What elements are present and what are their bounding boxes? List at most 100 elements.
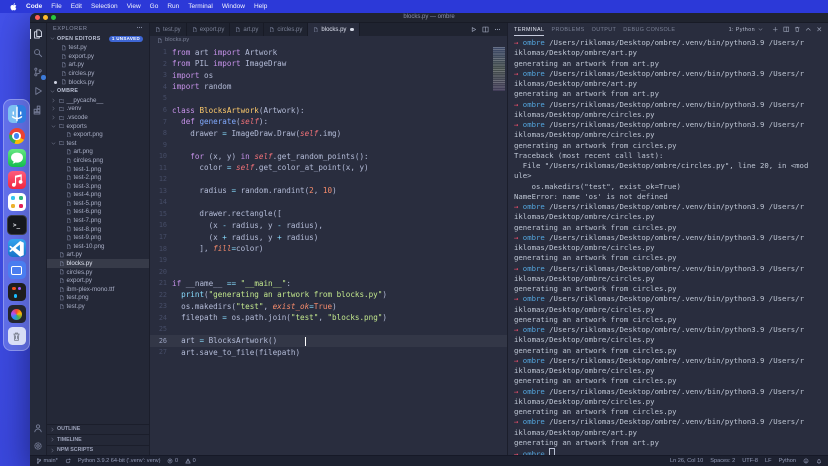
status-errors[interactable]: 0 <box>167 458 178 464</box>
menu-item-file[interactable]: File <box>51 3 61 10</box>
dock-finder-icon[interactable] <box>8 105 26 123</box>
tree-folder[interactable]: .vscode <box>47 113 149 122</box>
tree-file[interactable]: export.png <box>47 130 149 139</box>
tree-file[interactable]: test.py <box>47 302 149 311</box>
code-line[interactable]: 7 def generate(self): <box>150 116 507 128</box>
tree-folder[interactable]: exports <box>47 122 149 131</box>
tree-file[interactable]: test-3.png <box>47 182 149 191</box>
code-line[interactable]: 9 <box>150 139 507 151</box>
dock-chrome-icon[interactable] <box>8 127 26 145</box>
panel-tab-output[interactable]: OUTPUT <box>592 23 617 36</box>
menu-item-terminal[interactable]: Terminal <box>188 3 213 10</box>
tree-file[interactable]: blocks.py <box>47 259 149 268</box>
code-line[interactable]: 13 radius = random.randint(2, 10) <box>150 185 507 197</box>
menu-item-edit[interactable]: Edit <box>71 3 82 10</box>
dock-vscode-icon[interactable] <box>8 239 26 257</box>
split-terminal-icon[interactable] <box>783 26 790 33</box>
breadcrumb[interactable]: blocks.py <box>150 36 507 45</box>
maximize-panel-icon[interactable] <box>805 26 812 33</box>
tree-file[interactable]: circles.py <box>47 268 149 277</box>
tab-blocks-py[interactable]: blocks.py <box>308 23 360 36</box>
code-line[interactable]: 15 drawer.rectangle([ <box>150 208 507 220</box>
tree-file[interactable]: test-10.png <box>47 242 149 251</box>
dock-media-icon[interactable] <box>8 305 26 323</box>
code-line[interactable]: 17 (x + radius, y + radius) <box>150 231 507 243</box>
tree-file[interactable]: ibm-plex-mono.ttf <box>47 285 149 294</box>
status-language-mode[interactable]: Python <box>779 458 796 464</box>
open-editor-item[interactable]: test.py <box>47 44 149 53</box>
tree-file[interactable]: art.png <box>47 148 149 157</box>
status-encoding[interactable]: UTF-8 <box>742 458 758 464</box>
code-line[interactable]: 24 filepath = os.path.join("test", "bloc… <box>150 312 507 324</box>
code-line[interactable]: 21if __name__ == "__main__": <box>150 277 507 289</box>
dock-messages-icon[interactable] <box>8 149 26 167</box>
explorer-icon[interactable] <box>33 29 43 39</box>
tree-file[interactable]: test-5.png <box>47 199 149 208</box>
open-editor-item[interactable]: blocks.py <box>47 78 149 87</box>
tree-folder[interactable]: test <box>47 139 149 148</box>
code-line[interactable]: 11 color = self.get_color_at_point(x, y) <box>150 162 507 174</box>
panel-tab-terminal[interactable]: TERMINAL <box>514 23 544 36</box>
close-window-button[interactable] <box>35 15 40 20</box>
dock-figma-icon[interactable] <box>8 283 26 301</box>
tree-file[interactable]: test.png <box>47 294 149 303</box>
open-editor-item[interactable]: export.py <box>47 52 149 61</box>
code-line[interactable]: 14 <box>150 197 507 209</box>
tab-art-py[interactable]: art.py <box>230 23 264 36</box>
apple-menu-icon[interactable] <box>10 3 17 11</box>
tab-export-py[interactable]: export.py <box>187 23 231 36</box>
code-line[interactable]: 18 ], fill=color) <box>150 243 507 255</box>
menu-item-window[interactable]: Window <box>222 3 245 10</box>
status-eol[interactable]: LF <box>765 458 772 464</box>
tree-file[interactable]: test-6.png <box>47 208 149 217</box>
extensions-icon[interactable] <box>33 105 43 115</box>
account-icon[interactable] <box>33 423 43 433</box>
tree-file[interactable]: test-9.png <box>47 233 149 242</box>
code-line[interactable]: 10 for (x, y) in self.get_random_points(… <box>150 150 507 162</box>
code-line[interactable]: 16 (x - radius, y - radius), <box>150 220 507 232</box>
dock-slack-icon[interactable] <box>8 193 26 211</box>
menu-item-help[interactable]: Help <box>254 3 267 10</box>
tree-folder[interactable]: .venv <box>47 105 149 114</box>
menu-item-view[interactable]: View <box>127 3 141 10</box>
code-line[interactable]: 4import random <box>150 81 507 93</box>
code-line[interactable]: 19 <box>150 254 507 266</box>
code-line[interactable]: 6class BlocksArtwork(Artwork): <box>150 104 507 116</box>
tree-file[interactable]: art.py <box>47 251 149 260</box>
code-line[interactable]: 5 <box>150 93 507 105</box>
code-line[interactable]: 20 <box>150 266 507 278</box>
panel-tab-debug-console[interactable]: DEBUG CONSOLE <box>623 23 675 36</box>
tree-file[interactable]: test-4.png <box>47 191 149 200</box>
tree-file[interactable]: test-1.png <box>47 165 149 174</box>
status-feedback[interactable] <box>803 458 809 464</box>
tree-folder[interactable]: __pycache__ <box>47 96 149 105</box>
tab-test-py[interactable]: test.py <box>150 23 187 36</box>
source-control-icon[interactable] <box>33 67 43 77</box>
minimap[interactable] <box>493 47 505 91</box>
dock-music-icon[interactable] <box>8 171 26 189</box>
status-cursor-position[interactable]: Ln 26, Col 10 <box>670 458 703 464</box>
code-line[interactable]: 1from art import Artwork <box>150 47 507 59</box>
code-line[interactable]: 12 <box>150 174 507 186</box>
open-editor-item[interactable]: art.py <box>47 61 149 70</box>
tab-circles-py[interactable]: circles.py <box>264 23 308 36</box>
dock-trash-icon[interactable] <box>8 327 26 345</box>
search-icon[interactable] <box>33 48 43 58</box>
code-editor[interactable]: 1from art import Artwork2from PIL import… <box>150 45 507 456</box>
code-line[interactable]: 22 print("generating an artwork from blo… <box>150 289 507 301</box>
code-line[interactable]: 26 art = BlocksArtwork() <box>150 335 507 347</box>
section-timeline[interactable]: TIMELINE <box>47 434 149 445</box>
menu-item-run[interactable]: Run <box>167 3 179 10</box>
new-terminal-icon[interactable] <box>772 26 779 33</box>
close-panel-icon[interactable] <box>816 26 823 33</box>
menu-item-selection[interactable]: Selection <box>91 3 118 10</box>
code-line[interactable]: 23 os.makedirs("test", exist_ok=True) <box>150 301 507 313</box>
status-warnings[interactable]: 0 <box>185 458 196 464</box>
menu-item-go[interactable]: Go <box>150 3 159 10</box>
code-line[interactable]: 2from PIL import ImageDraw <box>150 58 507 70</box>
open-editors-header[interactable]: OPEN EDITORS1 UNSAVED <box>47 34 149 44</box>
dock-terminal-icon[interactable]: >_ <box>7 215 27 235</box>
status-notifications[interactable] <box>816 458 822 464</box>
run-debug-icon[interactable] <box>33 86 43 96</box>
tree-file[interactable]: export.py <box>47 276 149 285</box>
